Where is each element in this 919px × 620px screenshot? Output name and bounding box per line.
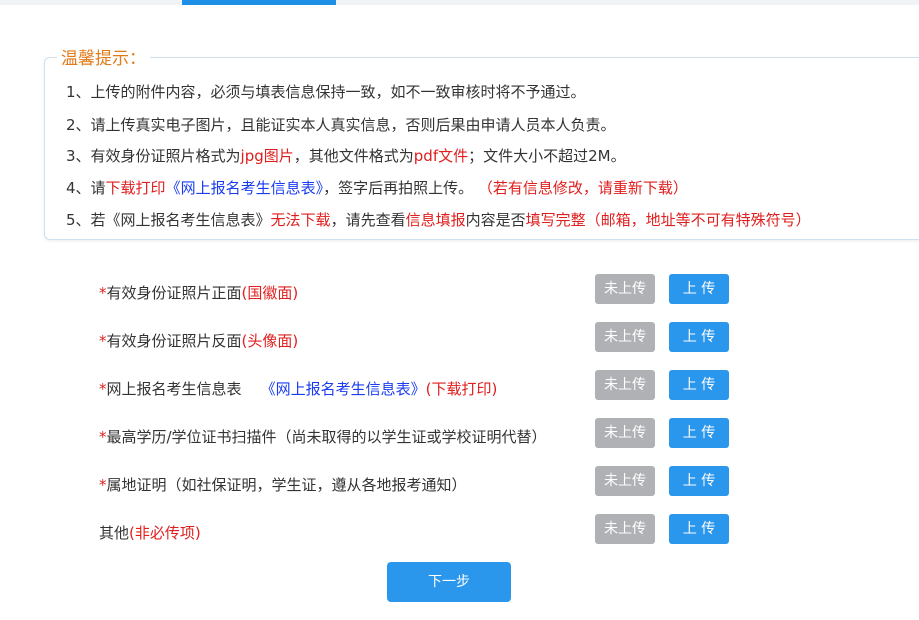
notice-line-3: 3、有效身份证照片格式为jpg图片，其他文件格式为pdf文件；文件大小不超过2M… (66, 146, 626, 166)
upload-button-info-form[interactable]: 上 传 (669, 370, 729, 400)
notice-text: ，签字后再拍照上传。 (323, 179, 478, 197)
row-label-text: 有效身份证照片正面 (106, 284, 242, 302)
upload-button-other[interactable]: 上 传 (669, 514, 729, 544)
notice-line-5: 5、若《网上报名考生信息表》无法下载，请先查看信息填报内容是否填写完整（邮箱，地… (66, 210, 811, 230)
status-badge-other: 未上传 (595, 514, 655, 544)
row-label-text: 属地证明（如社保证明，学生证，遵从各地报考通知） (106, 476, 467, 494)
status-badge-id-back: 未上传 (595, 322, 655, 352)
upload-button-degree[interactable]: 上 传 (669, 418, 729, 448)
notice-highlight: （若有信息修改，请重新下载） (477, 179, 688, 197)
notice-highlight: 信息填报 (405, 211, 466, 229)
upload-button-id-front[interactable]: 上 传 (669, 274, 729, 304)
notice-text: 5、若《网上报名考生信息表》 (66, 211, 271, 229)
upload-row-label-residence: *属地证明（如社保证明，学生证，遵从各地报考通知） (99, 475, 467, 495)
active-tab-indicator (182, 0, 336, 5)
required-mark: * (99, 332, 107, 350)
upload-row-label-other: 其他(非必传项) (99, 523, 201, 543)
row-label-hint: (非必传项) (129, 524, 201, 542)
notice-text: 2、请上传真实电子图片，且能证实本人真实信息，否则后果由申请人员本人负责。 (66, 116, 616, 134)
notice-highlight: 填写完整（邮箱，地址等不可有特殊符号） (525, 211, 811, 229)
info-form-link[interactable]: 《网上报名考生信息表》 (166, 179, 324, 197)
upload-row-label-info-form: *网上报名考生信息表 《网上报名考生信息表》(下载打印) (99, 379, 497, 399)
next-step-button[interactable]: 下一步 (387, 562, 511, 602)
row-label-hint[interactable]: (下载打印) (426, 380, 498, 398)
notice-title: 温馨提示： (57, 47, 150, 71)
notice-line-1: 1、上传的附件内容，必须与填表信息保持一致，如不一致审核时将不予通过。 (66, 82, 586, 102)
status-badge-id-front: 未上传 (595, 274, 655, 304)
notice-text: ，其他文件格式为 (293, 147, 414, 165)
upload-button-id-back[interactable]: 上 传 (669, 322, 729, 352)
status-badge-residence: 未上传 (595, 466, 655, 496)
notice-line-4: 4、请下载打印《网上报名考生信息表》，签字后再拍照上传。 （若有信息修改，请重新… (66, 178, 688, 198)
notice-highlight: pdf文件 (413, 147, 469, 165)
notice-text: ，请先查看 (330, 211, 406, 229)
row-label-hint: (国徽面) (241, 284, 299, 302)
row-label-text: 网上报名考生信息表 (106, 380, 261, 398)
upload-row-label-id-front: *有效身份证照片正面(国徽面) (99, 283, 298, 303)
upload-row-label-degree: *最高学历/学位证书扫描件（尚未取得的以学生证或学校证明代替） (99, 427, 547, 447)
notice-text: 3、有效身份证照片格式为 (66, 147, 241, 165)
required-mark: * (99, 380, 107, 398)
row-label-text: 其他 (99, 524, 130, 542)
row-label-hint: (头像面) (241, 332, 299, 350)
info-form-download-link[interactable]: 《网上报名考生信息表》 (261, 380, 426, 398)
upload-button-residence[interactable]: 上 传 (669, 466, 729, 496)
required-mark: * (99, 428, 107, 446)
required-mark: * (99, 284, 107, 302)
status-badge-degree: 未上传 (595, 418, 655, 448)
required-mark: * (99, 476, 107, 494)
notice-highlight: jpg图片 (240, 147, 294, 165)
row-label-text: 最高学历/学位证书扫描件（尚未取得的以学生证或学校证明代替） (106, 428, 547, 446)
download-print-link[interactable]: 下载打印 (106, 179, 166, 197)
upload-row-label-id-back: *有效身份证照片反面(头像面) (99, 331, 298, 351)
status-badge-info-form: 未上传 (595, 370, 655, 400)
notice-line-2: 2、请上传真实电子图片，且能证实本人真实信息，否则后果由申请人员本人负责。 (66, 115, 616, 135)
notice-text: ；文件大小不超过2M。 (468, 147, 626, 165)
notice-text: 内容是否 (465, 211, 526, 229)
row-label-text: 有效身份证照片反面 (106, 332, 242, 350)
notice-text: 4、请 (66, 179, 106, 197)
notice-text: 1、上传的附件内容，必须与填表信息保持一致，如不一致审核时将不予通过。 (66, 83, 586, 101)
notice-highlight: 无法下载 (270, 211, 331, 229)
top-tab-bar (0, 0, 919, 5)
